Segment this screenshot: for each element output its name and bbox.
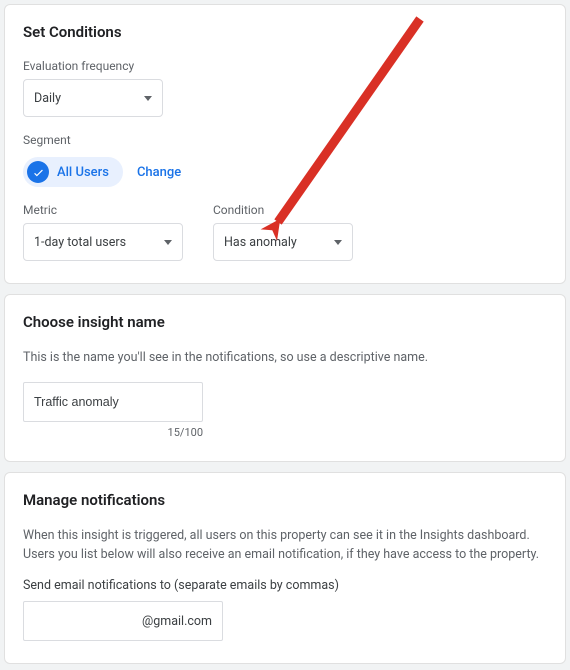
metric-label: Metric [23, 203, 183, 217]
metric-value: 1-day total users [34, 235, 126, 250]
email-input[interactable]: @gmail.com [23, 601, 223, 641]
chevron-down-icon [164, 240, 172, 245]
insight-name-helper: This is the name you'll see in the notif… [23, 349, 547, 368]
change-link[interactable]: Change [137, 165, 181, 180]
chevron-down-icon [144, 96, 152, 101]
eval-freq-label: Evaluation frequency [23, 59, 547, 73]
insight-name-title: Choose insight name [23, 313, 547, 331]
notifications-helper: When this insight is triggered, all user… [23, 527, 547, 565]
metric-select[interactable]: 1-day total users [23, 223, 183, 261]
notifications-title: Manage notifications [23, 491, 547, 509]
set-conditions-title: Set Conditions [23, 23, 547, 41]
eval-freq-select[interactable]: Daily [23, 79, 163, 117]
insight-name-counter: 15/100 [23, 426, 203, 439]
insight-name-card: Choose insight name This is the name you… [4, 294, 566, 462]
chevron-down-icon [334, 240, 342, 245]
send-email-label: Send email notifications to (separate em… [23, 578, 547, 593]
segment-label: Segment [23, 133, 547, 147]
notifications-card: Manage notifications When this insight i… [4, 472, 566, 665]
segment-chip[interactable]: All Users [23, 157, 123, 187]
insight-name-input[interactable] [23, 382, 203, 422]
condition-value: Has anomaly [224, 235, 297, 250]
email-value: @gmail.com [142, 614, 212, 629]
condition-label: Condition [213, 203, 353, 217]
check-icon [27, 161, 49, 183]
eval-freq-value: Daily [34, 91, 61, 106]
condition-select[interactable]: Has anomaly [213, 223, 353, 261]
segment-chip-label: All Users [57, 165, 109, 180]
set-conditions-card: Set Conditions Evaluation frequency Dail… [4, 4, 566, 284]
